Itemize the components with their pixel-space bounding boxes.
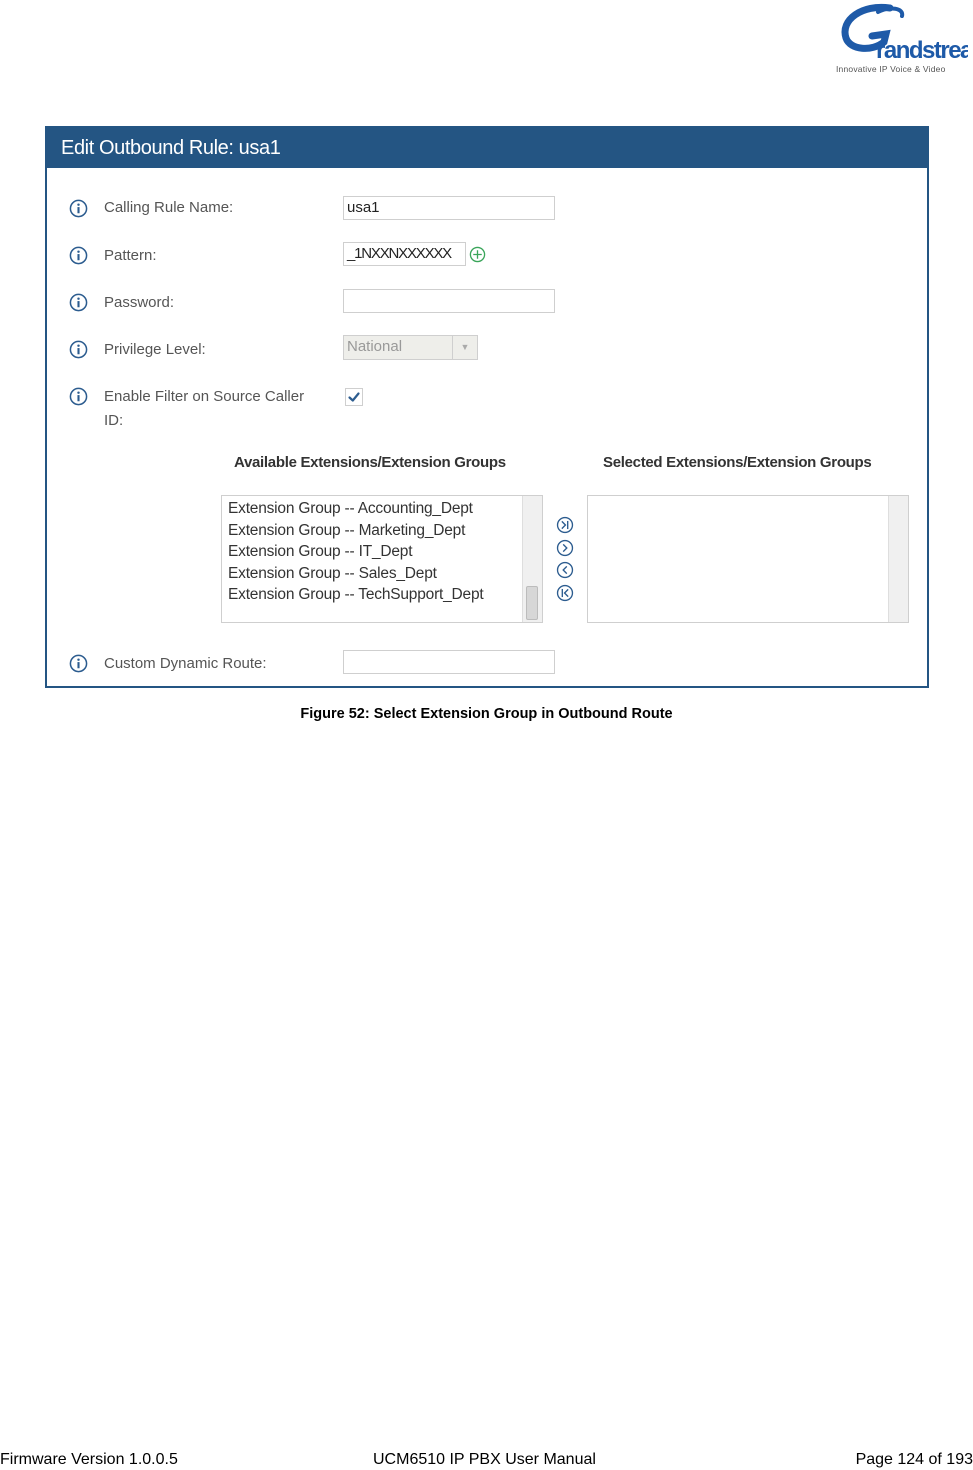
custom-dynamic-route-label: Custom Dynamic Route:	[104, 655, 267, 672]
list-item[interactable]: Extension Group -- Marketing_Dept	[228, 520, 484, 542]
info-icon[interactable]	[69, 293, 88, 312]
grandstream-logo-icon: randstream	[841, 3, 968, 62]
logo-wordmark: randstream	[876, 37, 968, 62]
pattern-label: Pattern:	[104, 247, 157, 264]
list-item[interactable]: Extension Group -- Accounting_Dept	[228, 498, 484, 520]
dialog-header: Edit Outbound Rule: usa1	[47, 128, 927, 168]
info-icon[interactable]	[69, 246, 88, 265]
available-list-title: Available Extensions/Extension Groups	[234, 454, 506, 471]
available-items: Extension Group -- Accounting_Dept Exten…	[228, 498, 484, 606]
privilege-level-select[interactable]: National ▼	[343, 335, 478, 360]
password-label: Password:	[104, 294, 175, 311]
selected-scrollbar[interactable]	[888, 496, 908, 622]
custom-dynamic-route-input[interactable]	[343, 650, 555, 674]
move-all-left-icon[interactable]	[556, 584, 574, 602]
available-scrollbar[interactable]	[522, 496, 542, 622]
selected-listbox[interactable]	[587, 495, 909, 623]
pattern-input[interactable]: _1NXXNXXXXXX	[343, 242, 466, 266]
footer-page-number: Page 124 of 193	[855, 1451, 973, 1468]
dialog-title: Edit Outbound Rule: usa1	[61, 137, 281, 159]
calling-rule-name-input[interactable]: usa1	[343, 196, 555, 220]
info-icon[interactable]	[69, 340, 88, 359]
info-icon[interactable]	[69, 654, 88, 673]
available-listbox[interactable]: Extension Group -- Accounting_Dept Exten…	[221, 495, 543, 623]
enable-filter-label-line1: Enable Filter on Source Caller	[104, 388, 305, 405]
move-right-icon[interactable]	[556, 539, 574, 557]
checkmark-icon	[348, 392, 360, 402]
selected-list-title: Selected Extensions/Extension Groups	[603, 454, 872, 471]
calling-rule-name-label: Calling Rule Name:	[104, 199, 234, 216]
figure-caption: Figure 52: Select Extension Group in Out…	[300, 706, 673, 722]
grandstream-logo: randstream Innovative IP Voice & Video	[832, 2, 968, 78]
enable-filter-label-line2: ID:	[104, 412, 124, 429]
enable-filter-checkbox[interactable]	[345, 388, 363, 406]
password-input[interactable]	[343, 289, 555, 313]
scrollbar-thumb[interactable]	[526, 586, 538, 620]
privilege-level-value: National	[347, 338, 403, 355]
privilege-level-label: Privilege Level:	[104, 341, 206, 358]
list-item[interactable]: Extension Group -- TechSupport_Dept	[228, 584, 484, 606]
add-pattern-icon[interactable]	[469, 246, 486, 263]
info-icon[interactable]	[69, 387, 88, 406]
logo-tagline: Innovative IP Voice & Video	[836, 64, 946, 74]
footer-firmware-version: Firmware Version 1.0.0.5	[0, 1451, 178, 1468]
move-all-right-icon[interactable]	[556, 516, 574, 534]
move-left-icon[interactable]	[556, 561, 574, 579]
list-item[interactable]: Extension Group -- Sales_Dept	[228, 563, 484, 585]
footer-manual-title: UCM6510 IP PBX User Manual	[373, 1451, 596, 1468]
edit-outbound-rule-dialog: Edit Outbound Rule: usa1 Calling Rule Na…	[45, 126, 929, 688]
list-item[interactable]: Extension Group -- IT_Dept	[228, 541, 484, 563]
info-icon[interactable]	[69, 199, 88, 218]
chevron-down-icon[interactable]: ▼	[452, 336, 477, 359]
